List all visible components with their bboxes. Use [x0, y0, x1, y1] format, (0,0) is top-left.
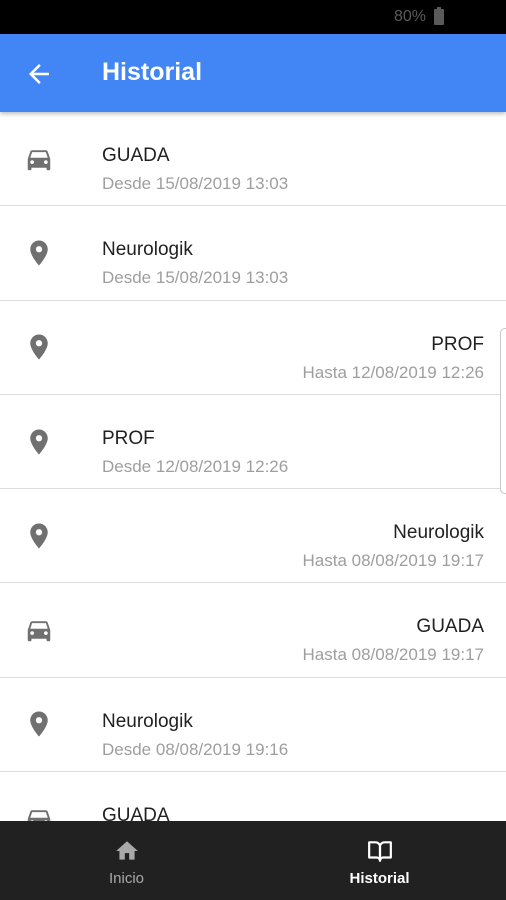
home-icon [115, 841, 138, 860]
history-item-title: Neurologik [393, 522, 484, 544]
battery-icon [434, 7, 444, 25]
history-item-date: Hasta 08/08/2019 19:17 [302, 551, 484, 571]
battery-level: 80% [393, 8, 426, 25]
history-item-date: Desde 15/08/2019 13:03 [102, 174, 289, 193]
bottom-navigation: Inicio Historial [0, 821, 506, 900]
history-item-date: Desde 15/08/2019 13:03 [102, 268, 289, 288]
page-title: Historial [102, 58, 203, 86]
history-item[interactable]: Neurologik Desde 15/08/2019 13:03 [0, 206, 506, 301]
history-item-title: GUADA [102, 805, 170, 821]
car-icon [27, 621, 51, 642]
nav-item-historial[interactable]: Historial [253, 821, 506, 900]
history-item[interactable]: Neurologik Hasta 08/08/2019 19:17 [0, 489, 506, 584]
history-list[interactable]: GUADA Desde 15/08/2019 13:03 Neurologik … [0, 112, 506, 821]
history-item-title: GUADA [416, 616, 484, 638]
nav-label-historial: Historial [349, 870, 410, 887]
history-item[interactable]: GUADA Hasta 08/08/2019 19:17 [0, 583, 506, 678]
history-item[interactable]: GUADA Desde 15/08/2019 13:03 [0, 112, 506, 207]
history-item-title: GUADA [102, 145, 170, 166]
history-item[interactable]: Neurologik Desde 08/08/2019 19:16 [0, 677, 506, 773]
place-icon [30, 334, 48, 360]
app-bar: Historial [0, 34, 506, 112]
history-item-title: PROF [102, 427, 155, 449]
nav-label-inicio: Inicio [108, 870, 145, 887]
book-icon [367, 841, 392, 862]
history-item-date: Hasta 08/08/2019 19:17 [302, 645, 484, 665]
car-icon [27, 809, 51, 821]
history-item-title: Neurologik [102, 239, 193, 261]
car-icon [27, 149, 51, 170]
history-item-date: Hasta 12/08/2019 12:26 [302, 362, 484, 382]
history-item-date: Desde 08/08/2019 19:16 [102, 739, 289, 759]
history-item[interactable]: PROF Hasta 12/08/2019 12:26 [0, 300, 506, 395]
history-item-date: Desde 12/08/2019 12:26 [102, 456, 289, 476]
back-arrow-icon[interactable] [24, 59, 54, 89]
place-icon [30, 240, 48, 266]
history-item[interactable]: GUADA [0, 772, 506, 821]
place-icon [30, 711, 48, 737]
scrollbar[interactable] [500, 328, 506, 494]
history-item[interactable]: PROF Desde 12/08/2019 12:26 [0, 394, 506, 490]
nav-item-inicio[interactable]: Inicio [0, 821, 253, 900]
history-item-title: Neurologik [102, 710, 193, 732]
place-icon [30, 523, 48, 549]
status-bar: 80% [0, 0, 506, 34]
place-icon [30, 429, 48, 455]
history-item-title: PROF [431, 333, 484, 355]
